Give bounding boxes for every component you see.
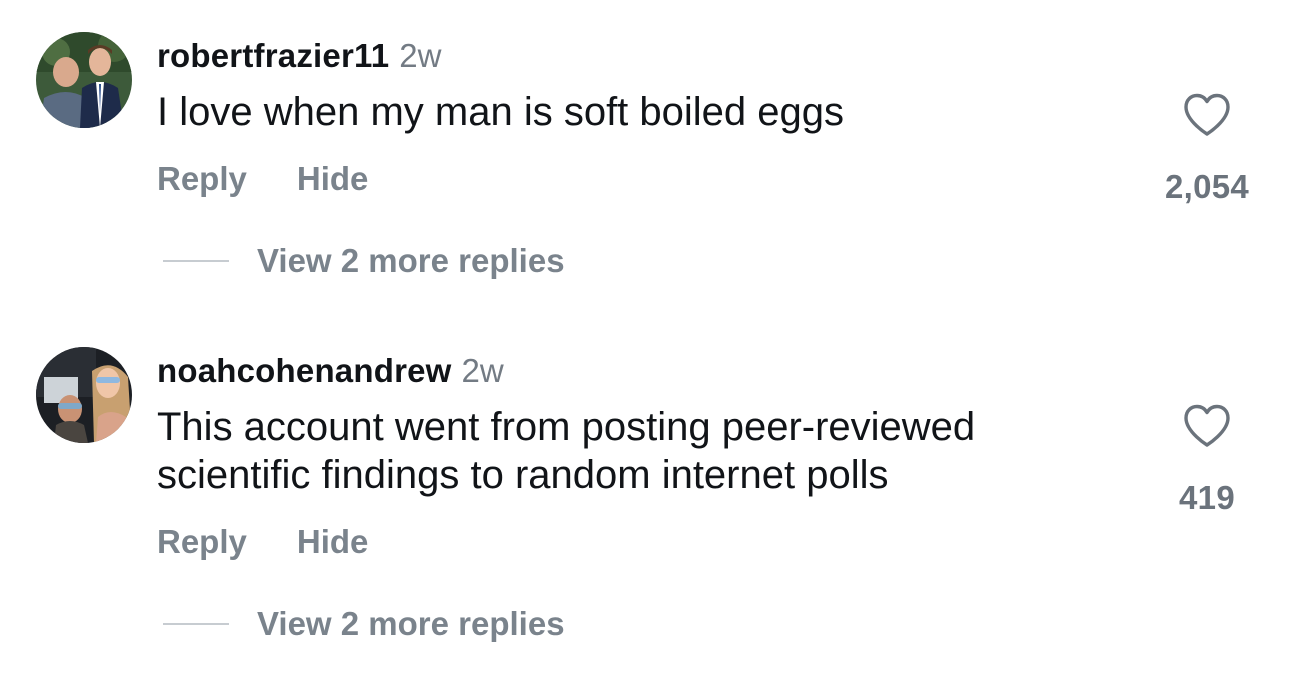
timestamp: 2w — [399, 37, 442, 74]
comment-actions: Reply Hide — [157, 523, 368, 561]
view-replies-label: View 2 more replies — [257, 242, 565, 279]
comment-header: noahcohenandrew 2w — [157, 351, 504, 391]
like-section: 419 — [1150, 403, 1264, 517]
username[interactable]: noahcohenandrew — [157, 352, 452, 389]
like-count: 2,054 — [1164, 168, 1250, 205]
hide-button[interactable]: Hide — [297, 523, 369, 560]
reply-button[interactable]: Reply — [157, 160, 247, 197]
comment-actions: Reply Hide — [157, 160, 368, 198]
comment-header: robertfrazier11 2w — [157, 36, 441, 76]
username[interactable]: robertfrazier11 — [157, 37, 389, 74]
timestamp: 2w — [461, 352, 504, 389]
view-replies-button[interactable]: View 2 more replies — [163, 242, 565, 280]
reply-button[interactable]: Reply — [157, 523, 247, 560]
view-replies-label: View 2 more replies — [257, 605, 565, 642]
comment-text: I love when my man is soft boiled eggs — [157, 90, 845, 134]
avatar[interactable] — [36, 347, 132, 443]
view-replies-button[interactable]: View 2 more replies — [163, 605, 565, 643]
like-section: 2,054 — [1150, 92, 1264, 206]
heart-icon[interactable] — [1182, 92, 1232, 138]
heart-icon[interactable] — [1182, 403, 1232, 449]
like-count: 419 — [1179, 479, 1235, 516]
avatar[interactable] — [36, 32, 132, 128]
avatar-photo-icon — [36, 347, 132, 443]
comment-text: This account went from posting peer-revi… — [157, 405, 976, 497]
replies-divider — [163, 623, 229, 625]
avatar-photo-icon — [36, 32, 132, 128]
hide-button[interactable]: Hide — [297, 160, 369, 197]
replies-divider — [163, 260, 229, 262]
